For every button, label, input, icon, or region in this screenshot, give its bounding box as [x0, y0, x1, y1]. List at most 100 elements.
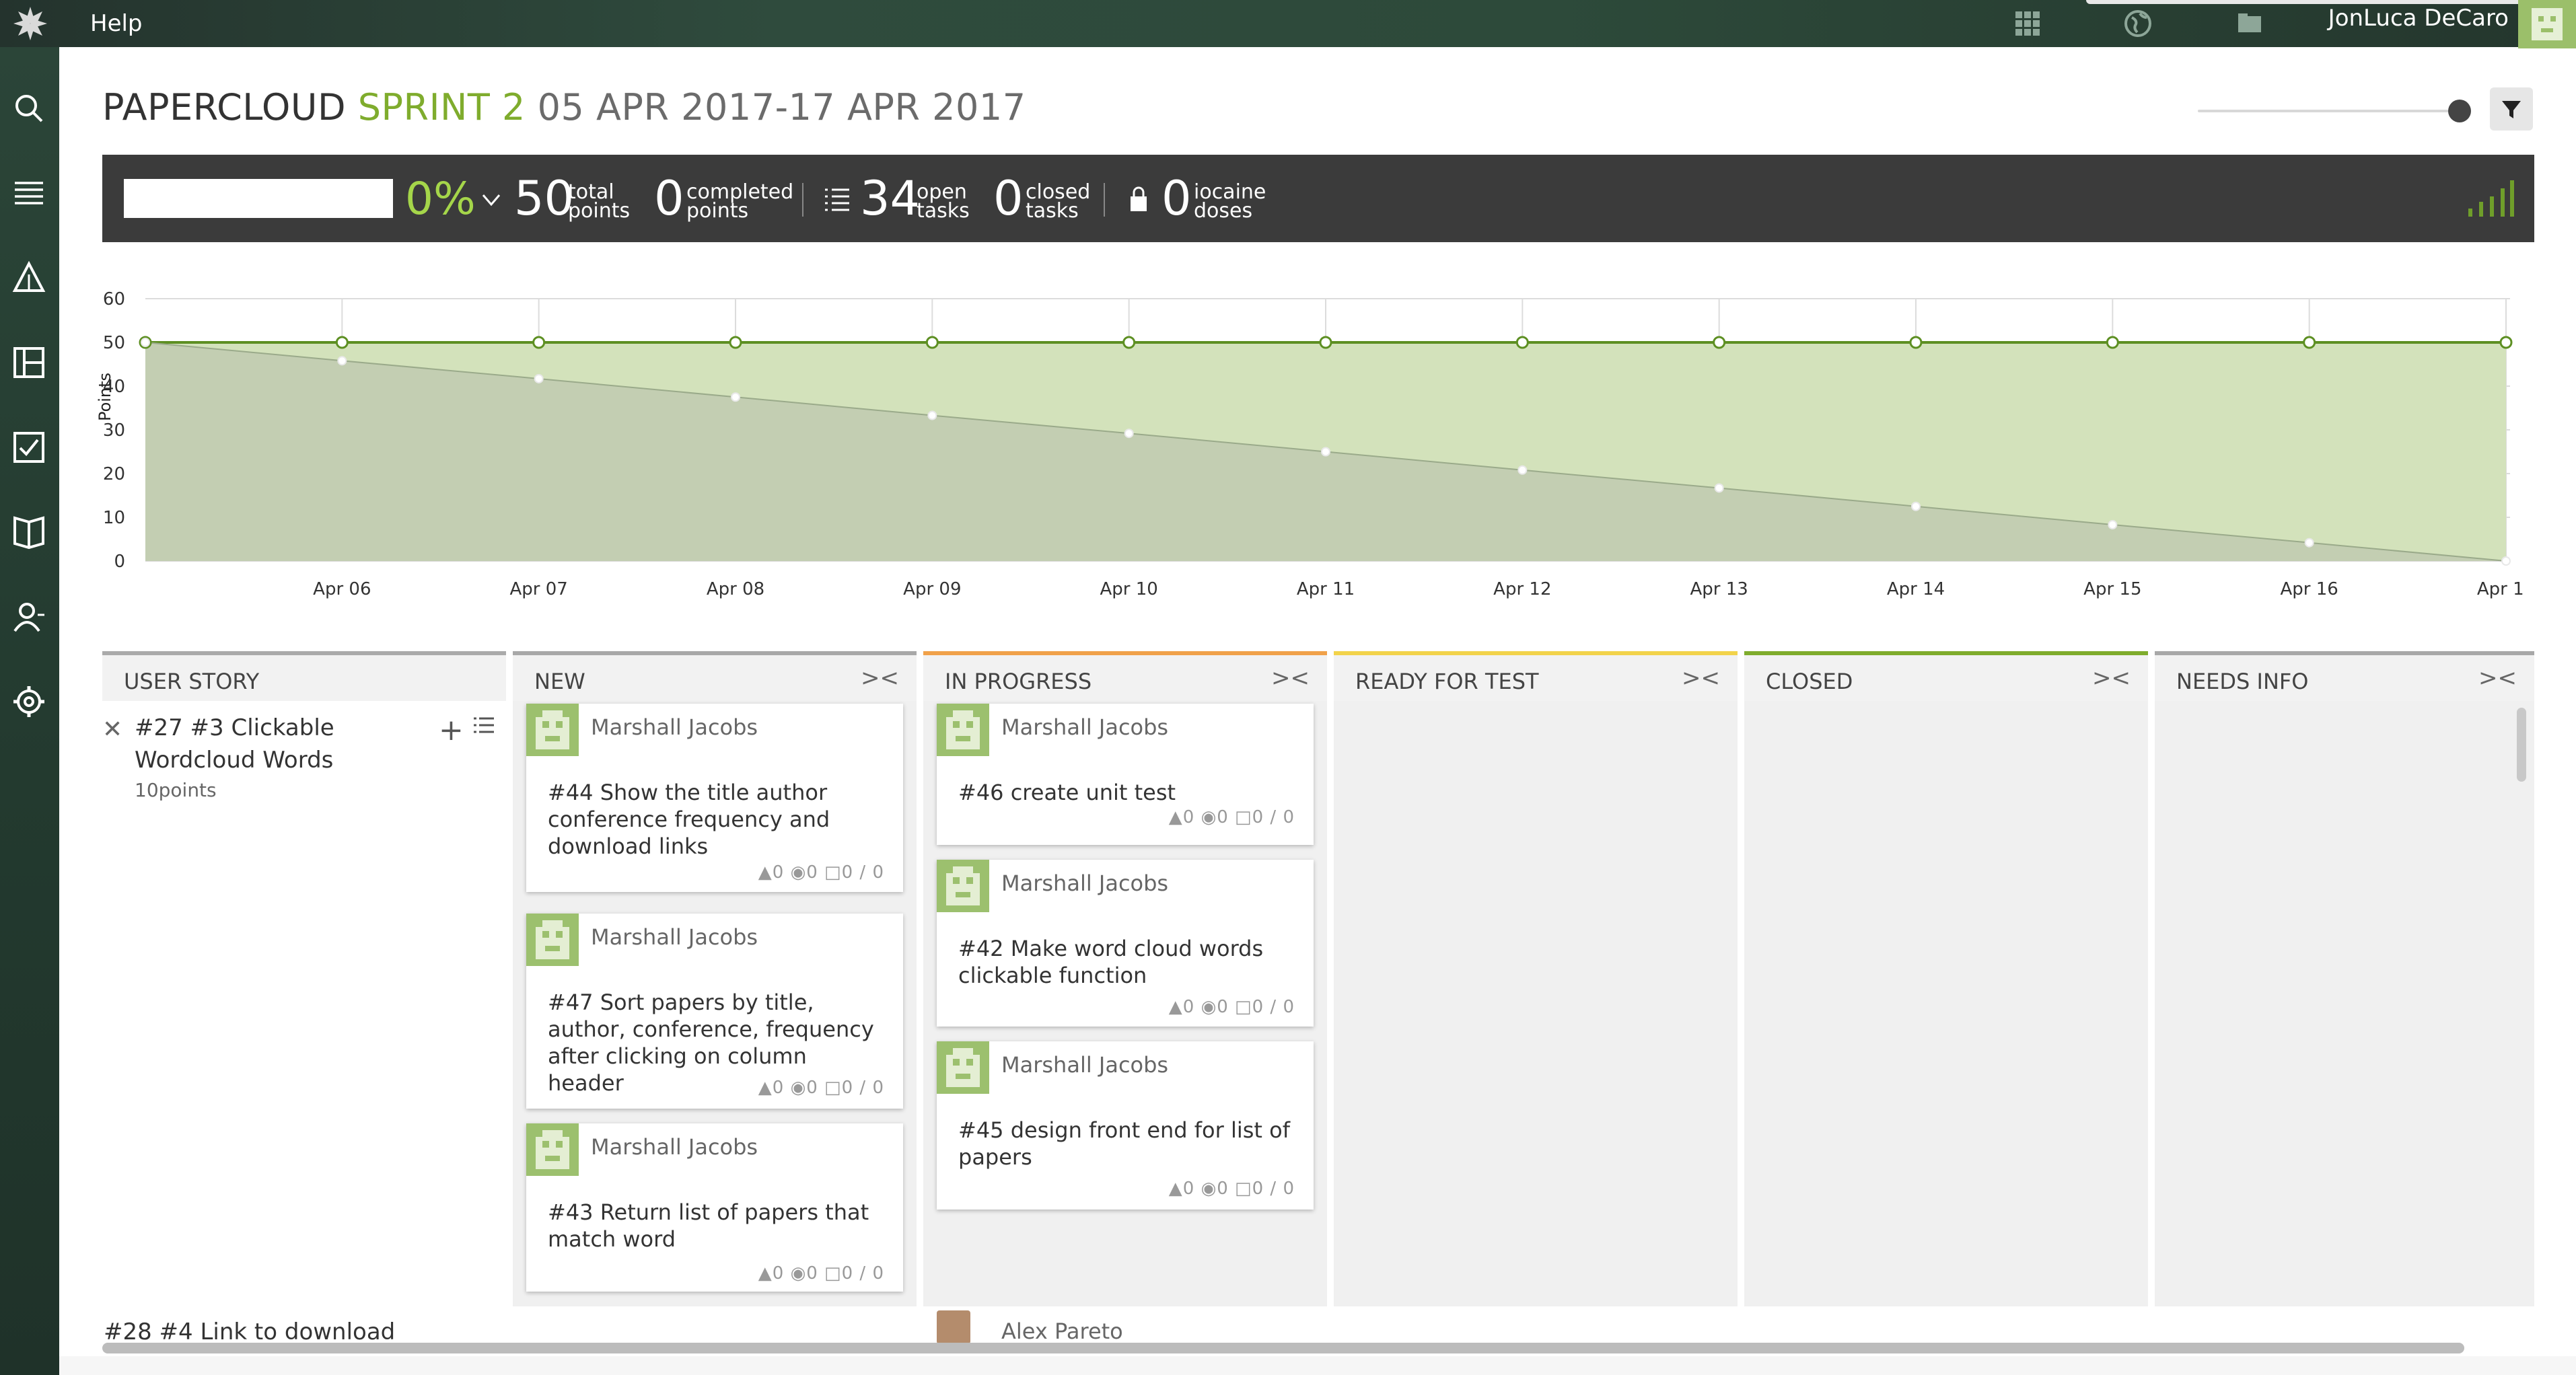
x-tick-label: Apr 10 — [1100, 579, 1158, 599]
x-tick-label: Apr 14 — [1887, 579, 1945, 599]
sidebar — [0, 47, 59, 1375]
data-point — [1321, 447, 1330, 457]
task-card[interactable]: Marshall Jacobs #47 Sort papers by title,… — [526, 914, 903, 1109]
user-name[interactable]: JonLuca DeCaro — [2328, 1, 2509, 35]
avatar — [937, 860, 989, 912]
backlog-icon[interactable] — [7, 171, 51, 215]
data-point — [927, 410, 937, 420]
avatar-icon — [2532, 8, 2563, 40]
bulk-add-list-icon[interactable] — [472, 714, 495, 737]
task-card[interactable]: Marshall Jacobs #44 Show the title author… — [526, 704, 903, 892]
bar-chart-icon[interactable] — [2467, 176, 2515, 217]
fold-column-icon[interactable]: >< — [2478, 665, 2517, 692]
collapse-story-icon[interactable]: ✕ — [102, 716, 122, 743]
task-card[interactable]: Marshall Jacobs #45 design front end for … — [937, 1041, 1314, 1210]
fold-column-icon[interactable]: >< — [1271, 665, 1310, 692]
avatar — [526, 704, 579, 756]
card-owner[interactable]: Marshall Jacobs — [591, 1134, 758, 1160]
data-point — [1124, 429, 1134, 439]
column-header: IN PROGRESS >< — [923, 651, 1327, 701]
issues-icon[interactable] — [7, 425, 51, 470]
card-title[interactable]: #45 design front end for list of papers — [958, 1117, 1297, 1170]
fold-column-icon[interactable]: >< — [1682, 665, 1720, 692]
progress-bar — [124, 179, 393, 218]
user-story-title[interactable]: #27 #3 Clickable Wordcloud Words — [135, 712, 431, 776]
total-points-label: total points — [568, 180, 631, 223]
card-title[interactable]: #44 Show the title author conference fre… — [548, 779, 887, 860]
avatar-icon — [946, 710, 980, 749]
card-owner[interactable]: Alex Pareto — [1001, 1318, 1123, 1344]
data-point — [1911, 501, 1921, 511]
burndown-chart: 0102030405060 Apr 06 Apr 07 Apr 08 Apr 09 Ap… — [96, 289, 2524, 599]
card-title[interactable]: #46 create unit test — [958, 779, 1297, 806]
add-task-button[interactable]: + — [439, 713, 464, 747]
x-tick-label: Apr 08 — [707, 579, 764, 599]
y-axis: 0102030405060 — [103, 289, 125, 572]
zoom-slider-handle[interactable] — [2448, 100, 2471, 122]
column-header: READY FOR TEST >< — [1334, 651, 1738, 701]
x-tick-label: Apr 11 — [1297, 579, 1355, 599]
column-header: CLOSED >< — [1744, 651, 2148, 701]
task-card[interactable]: Marshall Jacobs #46 create unit test ▲0 ◉0… — [937, 704, 1314, 845]
column-body — [1334, 701, 1738, 1306]
top-bar: Help JonLuca DeCaro — [0, 0, 2576, 48]
card-title[interactable]: #42 Make word cloud words clickable func… — [958, 935, 1297, 989]
globe-icon[interactable] — [2120, 5, 2156, 42]
card-owner[interactable]: Marshall Jacobs — [591, 714, 758, 740]
wiki-icon[interactable] — [7, 510, 51, 554]
card-stats: ▲0 ◉0 □0 ∕ 0 — [1168, 807, 1295, 827]
kanban-icon[interactable] — [7, 340, 51, 385]
card-title[interactable]: #43 Return list of papers that match wor… — [548, 1199, 887, 1253]
avatar-icon — [946, 866, 980, 905]
data-point — [925, 336, 939, 349]
column-body — [2155, 701, 2534, 1306]
progress-percent: 0% — [405, 173, 476, 225]
settings-icon[interactable] — [7, 679, 51, 724]
fold-column-icon[interactable]: >< — [861, 665, 899, 692]
x-tick-label: Apr 17 — [2477, 579, 2524, 599]
x-tick-label: Apr 13 — [1690, 579, 1748, 599]
task-card[interactable]: Marshall Jacobs #42 Make word cloud words… — [937, 860, 1314, 1027]
filter-button[interactable] — [2490, 87, 2533, 131]
iocaine-value: 0 — [1161, 171, 1192, 226]
y-tick-label: 50 — [103, 333, 125, 353]
horizontal-scrollbar[interactable] — [102, 1343, 2464, 1353]
y-tick-label: 30 — [103, 420, 125, 441]
search-icon[interactable] — [7, 86, 51, 131]
card-owner[interactable]: Marshall Jacobs — [591, 924, 758, 950]
user-story-title[interactable]: #28 #4 Link to download — [104, 1318, 395, 1345]
help-link[interactable]: Help — [90, 7, 143, 40]
data-point — [2501, 556, 2511, 566]
vertical-scrollbar[interactable] — [2517, 708, 2526, 782]
card-stats: ▲0 ◉0 □0 ∕ 0 — [1168, 997, 1295, 1017]
open-tasks-value: 34 — [860, 171, 921, 226]
epics-icon[interactable] — [7, 256, 51, 300]
data-point — [729, 336, 742, 349]
sprint-name: SPRINT 2 — [357, 86, 526, 128]
data-point — [2303, 336, 2316, 349]
total-points-value: 50 — [514, 171, 575, 226]
x-axis: Apr 06 Apr 07 Apr 08 Apr 09 Apr 10 Apr 11 Apr … — [313, 579, 2524, 599]
task-list-icon — [825, 188, 849, 211]
card-owner[interactable]: Marshall Jacobs — [1001, 870, 1168, 896]
card-stats: ▲0 ◉0 □0 ∕ 0 — [758, 862, 884, 883]
project-name[interactable]: PAPERCLOUD — [102, 86, 346, 128]
divider — [1104, 183, 1105, 217]
taiga-logo-icon[interactable] — [11, 4, 50, 43]
column-title: USER STORY — [124, 669, 260, 694]
folder-icon[interactable] — [2231, 5, 2268, 42]
chevron-down-icon[interactable] — [479, 187, 503, 211]
team-icon[interactable] — [7, 595, 51, 639]
avatar — [526, 1123, 579, 1176]
card-stats: ▲0 ◉0 □0 ∕ 0 — [1168, 1179, 1295, 1199]
card-owner[interactable]: Marshall Jacobs — [1001, 1052, 1168, 1078]
fold-column-icon[interactable]: >< — [2092, 665, 2131, 692]
zoom-slider-track[interactable] — [2198, 110, 2460, 112]
filter-icon — [2502, 101, 2521, 118]
apps-grid-icon[interactable] — [2009, 5, 2046, 42]
card-owner[interactable]: Marshall Jacobs — [1001, 714, 1168, 740]
task-card[interactable]: Marshall Jacobs #43 Return list of papers… — [526, 1123, 903, 1292]
data-point — [2499, 336, 2513, 349]
avatar — [937, 1310, 970, 1344]
user-avatar[interactable] — [2518, 0, 2576, 48]
